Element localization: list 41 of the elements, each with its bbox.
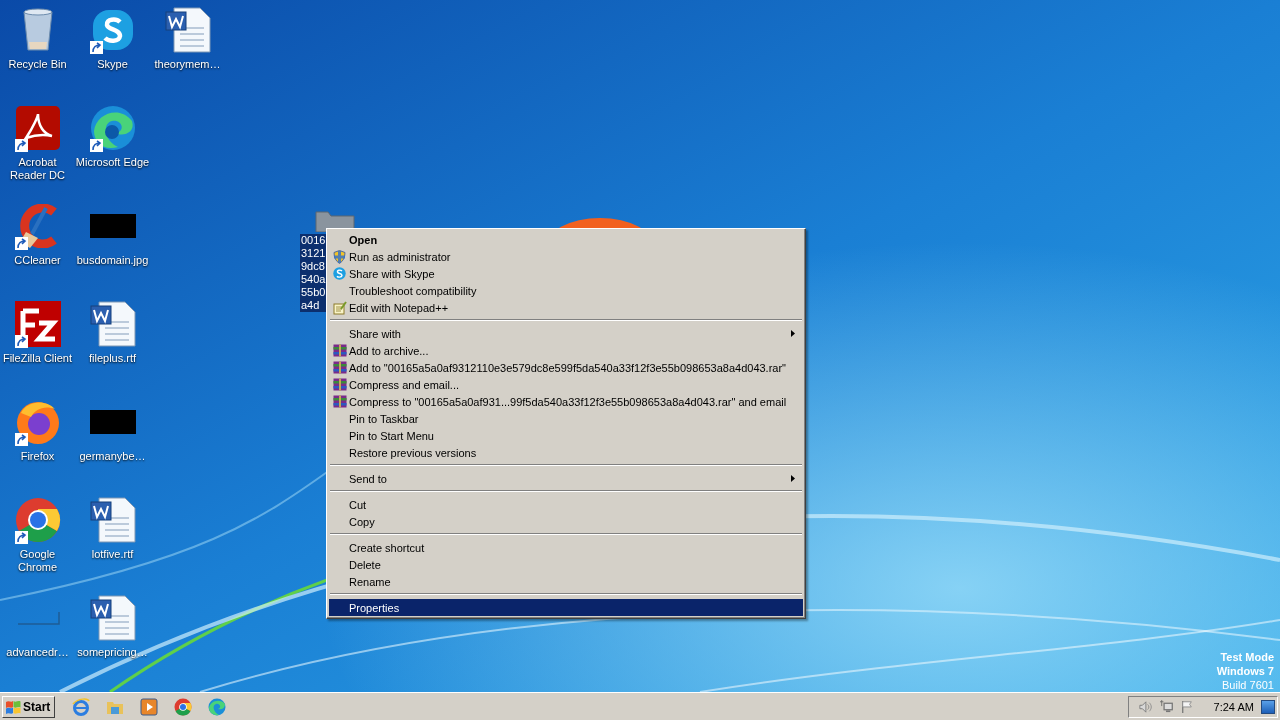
icon-label[interactable]: CCleaner <box>0 254 75 267</box>
menu-item[interactable]: Troubleshoot compatibility <box>329 282 803 299</box>
menu-item[interactable]: Pin to Start Menu <box>329 427 803 444</box>
menu-item[interactable]: Run as administrator <box>329 248 803 265</box>
menu-item[interactable]: Create shortcut <box>329 539 803 556</box>
icon-label[interactable]: germanybe… <box>75 450 150 463</box>
menu-item[interactable]: Open <box>329 231 803 248</box>
icon-label[interactable]: advancedr… <box>0 646 75 659</box>
icon-label[interactable]: lotfive.rtf <box>75 548 150 561</box>
menu-item[interactable]: Rename <box>329 573 803 590</box>
icon-label[interactable]: Skype <box>75 58 150 71</box>
icon-label[interactable]: theorymem… <box>150 58 225 71</box>
menu-item[interactable]: Send to <box>329 470 803 487</box>
watermark-text: Windows 7 <box>1216 664 1274 678</box>
watermark-text: Build 7601 <box>1222 678 1274 692</box>
menu-item[interactable]: Cut <box>329 496 803 513</box>
menu-item[interactable]: Properties <box>329 599 803 616</box>
menu-item[interactable]: Copy <box>329 513 803 530</box>
menu-item[interactable]: Pin to Taskbar <box>329 410 803 427</box>
menu-item[interactable]: Edit with Notepad++ <box>329 299 803 316</box>
menu-item[interactable]: Add to archive... <box>329 342 803 359</box>
icon-label[interactable]: FileZilla Client <box>0 352 75 365</box>
icon-label[interactable]: busdomain.jpg <box>75 254 150 267</box>
icon-label[interactable]: Google Chrome <box>0 548 75 574</box>
watermark-text: Test Mode <box>1220 650 1274 664</box>
icon-label[interactable]: Recycle Bin <box>0 58 75 71</box>
menu-item[interactable]: Compress to "00165a5a0af931...99f5da540a33f12f3e55b098653a8a4d043.rar" and email <box>329 393 803 410</box>
icon-label[interactable]: somepricing… <box>75 646 150 659</box>
menu-item[interactable]: Delete <box>329 556 803 573</box>
menu-item[interactable]: Share with Skype <box>329 265 803 282</box>
menu-item[interactable]: Compress and email... <box>329 376 803 393</box>
file-name-label[interactable]: 0016 3121 9dc8 540a 55b0 a4d <box>300 234 327 312</box>
clock-text[interactable]: 7:24 AM <box>1213 700 1254 713</box>
start-button[interactable]: Start <box>2 695 56 718</box>
icon-label[interactable]: Microsoft Edge <box>75 156 150 169</box>
icon-label[interactable]: Acrobat Reader DC <box>0 156 75 182</box>
menu-item[interactable]: Share with <box>329 325 803 342</box>
icon-label[interactable]: Firefox <box>0 450 75 463</box>
menu-item[interactable]: Add to "00165a5a0af9312110e3e579dc8e599f5da540a33f12f3e55b098653a8a4d043.rar" <box>329 359 803 376</box>
icon-label[interactable]: fileplus.rtf <box>75 352 150 365</box>
menu-item[interactable]: Restore previous versions <box>329 444 803 461</box>
